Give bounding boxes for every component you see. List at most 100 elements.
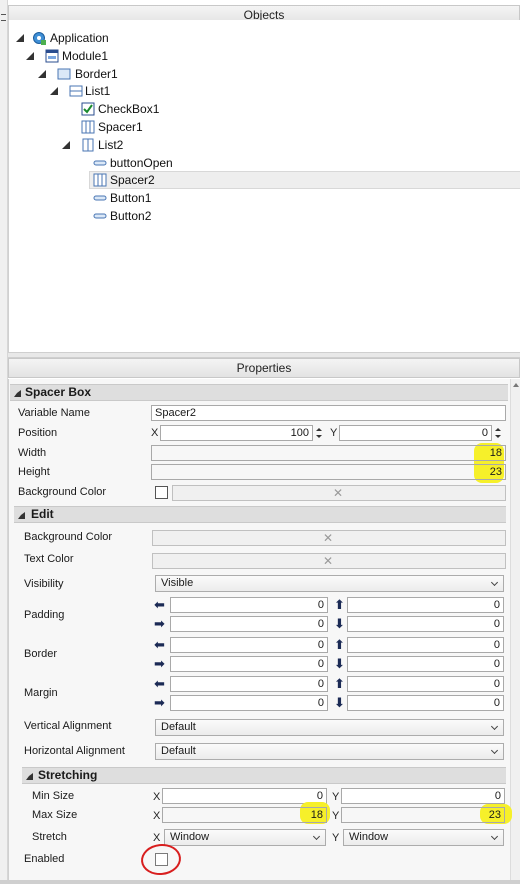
section-spacer-box[interactable]: Spacer Box (10, 384, 508, 401)
clear-color-icon[interactable]: ✕ (323, 531, 333, 545)
margin-top-input[interactable]: 0 (347, 676, 504, 692)
tree-node-button1[interactable]: Button1 (93, 189, 233, 207)
arrow-up-icon: ⬆ (334, 597, 345, 612)
clear-color-icon[interactable]: ✕ (333, 486, 343, 500)
tree-node-checkbox1[interactable]: CheckBox1 (81, 100, 221, 118)
tree-node-label: Spacer1 (98, 120, 143, 134)
expand-arrow-icon[interactable] (50, 87, 58, 95)
tree-node-application[interactable]: Application (15, 29, 175, 47)
height-label: Height (18, 466, 50, 478)
collapse-arrow-icon[interactable] (26, 773, 33, 780)
margin-left-input[interactable]: 0 (170, 676, 328, 692)
application-icon (33, 32, 46, 45)
enabled-label: Enabled (24, 853, 65, 865)
tree-node-button2[interactable]: Button2 (93, 207, 233, 225)
stretch-y-axis-label: Y (332, 832, 340, 844)
expand-arrow-icon[interactable] (38, 70, 46, 78)
spacer-icon (93, 173, 107, 187)
select-value: Visible (161, 577, 194, 589)
left-window-edge (0, 0, 8, 884)
chevron-down-icon (490, 832, 499, 841)
scroll-up-icon[interactable] (513, 383, 519, 387)
vertical-alignment-select[interactable]: Default (155, 719, 504, 736)
section-title: Spacer Box (25, 385, 92, 399)
stretch-x-select[interactable]: Window (164, 829, 326, 846)
list-vertical-icon (82, 138, 94, 152)
section-edit[interactable]: Edit (14, 506, 506, 523)
padding-label: Padding (24, 609, 65, 621)
arrow-up-icon: ⬆ (334, 676, 345, 691)
spin-down-icon[interactable] (316, 435, 322, 438)
button-icon (93, 195, 107, 201)
expand-arrow-icon[interactable] (26, 52, 34, 60)
select-value: Default (161, 745, 196, 757)
horizontal-alignment-label: Horizontal Alignment (24, 745, 125, 757)
position-y-input[interactable]: 0 (339, 425, 492, 441)
objects-tree[interactable]: Application Module1 Border1 List1 CheckB… (8, 20, 520, 352)
spin-down-icon[interactable] (495, 435, 501, 438)
spin-up-icon[interactable] (495, 428, 501, 431)
padding-bottom-input[interactable]: 0 (347, 616, 504, 632)
border-bottom-input[interactable]: 0 (347, 656, 504, 672)
padding-right-input[interactable]: 0 (170, 616, 328, 632)
min-size-y-input[interactable]: 0 (341, 788, 505, 804)
width-input[interactable]: 18 (151, 445, 506, 461)
spin-up-icon[interactable] (316, 428, 322, 431)
tree-node-spacer1[interactable]: Spacer1 (81, 118, 221, 136)
tree-node-buttonopen[interactable]: buttonOpen (93, 154, 233, 172)
tree-node-module1[interactable]: Module1 (25, 47, 165, 65)
height-input[interactable]: 23 (151, 464, 506, 480)
max-y-axis-label: Y (332, 810, 340, 822)
horizontal-alignment-select[interactable]: Default (155, 743, 504, 760)
border-top-input[interactable]: 0 (347, 637, 504, 653)
section-title: Edit (31, 507, 54, 521)
border-right-input[interactable]: 0 (170, 656, 328, 672)
min-y-axis-label: Y (332, 791, 340, 803)
tree-node-label: List2 (98, 138, 124, 152)
tree-node-border1[interactable]: Border1 (37, 65, 177, 83)
select-value: Default (161, 721, 196, 733)
tree-node-label: List1 (85, 84, 111, 98)
bottom-edge (0, 880, 520, 884)
visibility-select[interactable]: Visible (155, 575, 504, 592)
stretch-y-select[interactable]: Window (343, 829, 504, 846)
expand-arrow-icon[interactable] (62, 141, 70, 149)
chevron-down-icon (312, 832, 321, 841)
tree-node-list1[interactable]: List1 (49, 82, 189, 100)
tree-node-label: Border1 (75, 67, 118, 81)
arrow-right-icon: ➡ (154, 616, 165, 631)
max-size-x-input[interactable]: 18 (162, 807, 327, 823)
width-label: Width (18, 447, 47, 459)
border-left-input[interactable]: 0 (170, 637, 328, 653)
checkbox-icon (81, 102, 95, 116)
position-label: Position (18, 427, 58, 439)
background-color-label: Background Color (18, 486, 107, 498)
position-x-input[interactable]: 100 (160, 425, 313, 441)
color-swatch[interactable] (155, 486, 168, 499)
clear-color-icon[interactable]: ✕ (323, 554, 333, 568)
tree-node-list2[interactable]: List2 (61, 136, 201, 154)
visibility-label: Visibility (24, 578, 64, 590)
stretch-label: Stretch (32, 831, 67, 843)
select-value: Window (349, 831, 389, 843)
max-size-label: Max Size (32, 809, 78, 821)
spacer-icon (81, 120, 95, 134)
collapse-arrow-icon[interactable] (18, 512, 25, 519)
min-size-x-input[interactable]: 0 (162, 788, 327, 804)
section-stretching[interactable]: Stretching (22, 767, 506, 784)
arrow-left-icon: ⬅ (154, 597, 165, 612)
position-y-spinner[interactable] (492, 425, 504, 441)
arrow-up-icon: ⬆ (334, 637, 345, 652)
tree-node-spacer2[interactable]: Spacer2 (89, 171, 520, 189)
max-size-y-input[interactable]: 23 (341, 807, 505, 823)
margin-bottom-input[interactable]: 0 (347, 695, 504, 711)
padding-left-input[interactable]: 0 (170, 597, 328, 613)
padding-top-input[interactable]: 0 (347, 597, 504, 613)
expand-arrow-icon[interactable] (16, 34, 24, 42)
arrow-right-icon: ➡ (154, 695, 165, 710)
margin-right-input[interactable]: 0 (170, 695, 328, 711)
collapse-arrow-icon[interactable] (14, 390, 21, 397)
position-x-spinner[interactable] (313, 425, 325, 441)
button-icon (93, 160, 107, 166)
variable-name-input[interactable]: Spacer2 (151, 405, 506, 421)
